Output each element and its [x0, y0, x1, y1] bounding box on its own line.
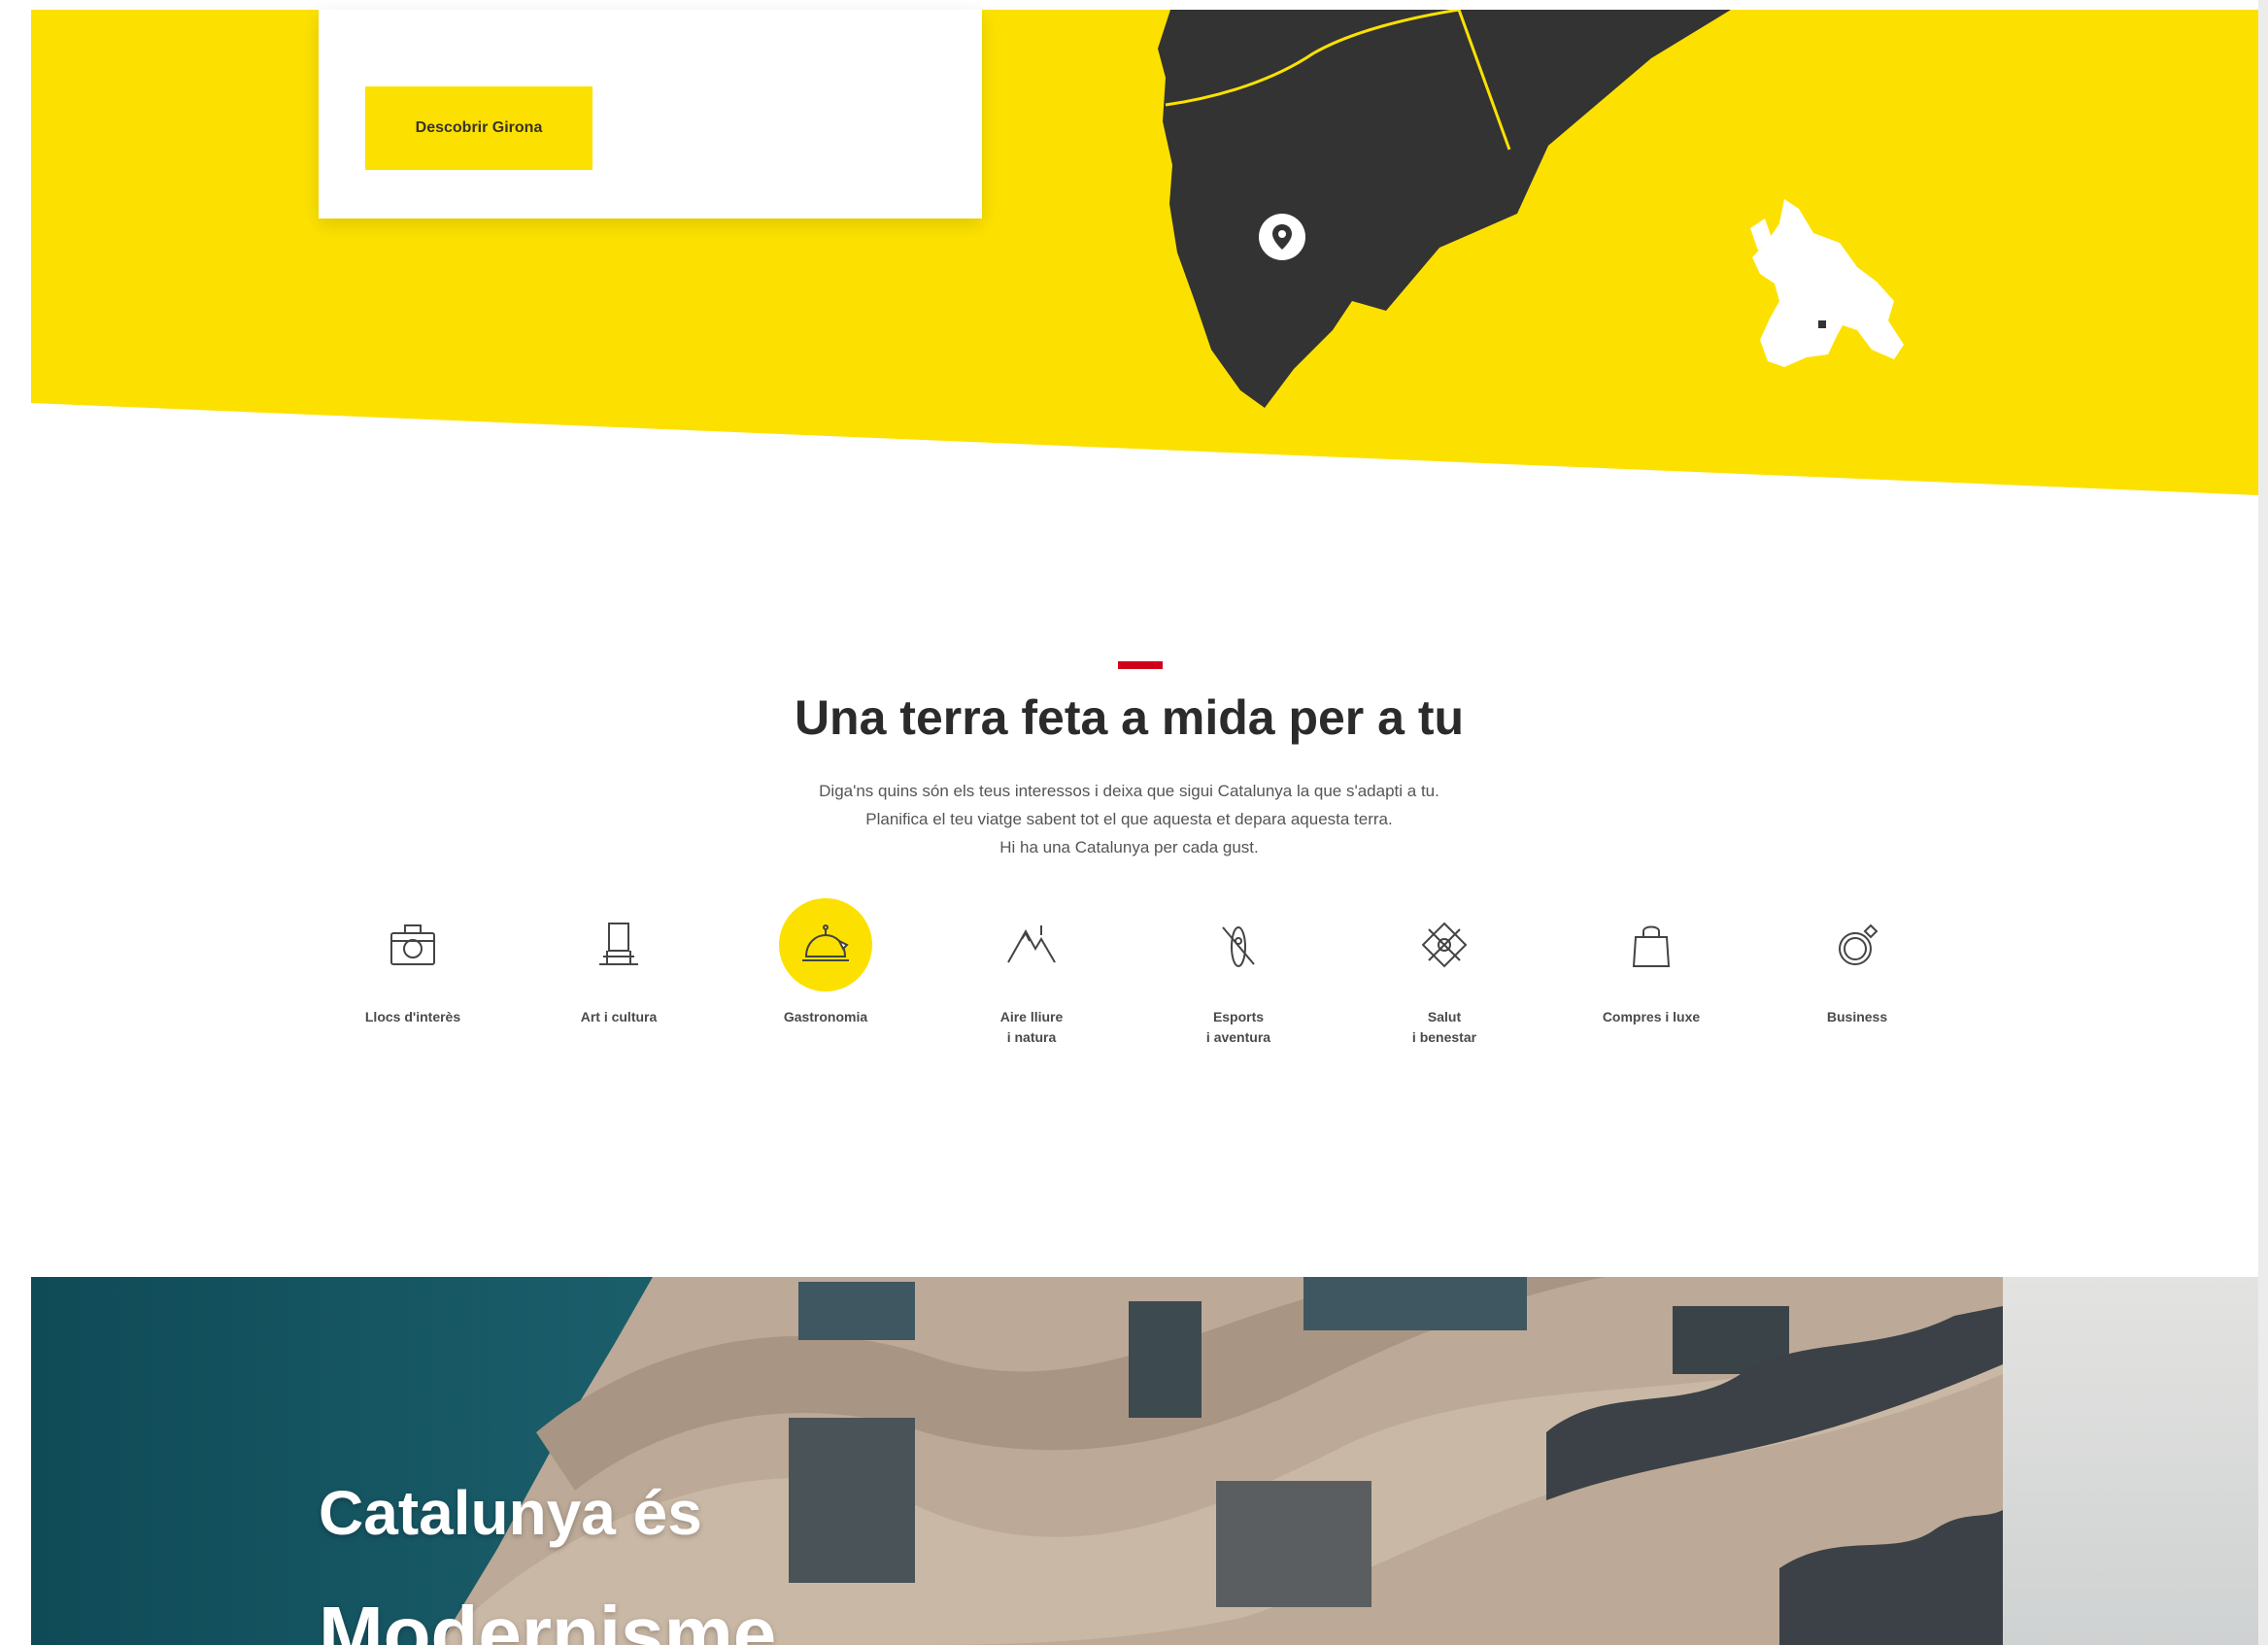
- category-label: Compres i luxe: [1602, 1009, 1701, 1024]
- interests-section: Una terra feta a mida per a tu Diga'ns q…: [0, 631, 2258, 1068]
- section-title: Una terra feta a mida per a tu: [794, 690, 1465, 745]
- discover-girona-button[interactable]: Descobrir Girona: [365, 86, 592, 170]
- description-line: Diga'ns quins són els teus interessos i …: [819, 782, 1439, 800]
- location-pin-icon[interactable]: [1258, 213, 1306, 261]
- category-business[interactable]: Business: [1760, 898, 1954, 1054]
- category-gastronomia[interactable]: Gastronomia: [728, 898, 923, 1054]
- category-label: Aire lliure i natura: [999, 1009, 1064, 1045]
- category-compres-luxe[interactable]: Compres i luxe: [1554, 898, 1748, 1054]
- category-label: Esports i aventura: [1205, 1009, 1271, 1045]
- promo-banner[interactable]: Catalunya és Modernisme: [31, 1277, 2258, 1645]
- category-art-cultura[interactable]: Art i cultura: [522, 898, 716, 1054]
- museum-icon: [572, 898, 665, 991]
- page-scrollbar-track: [2258, 0, 2268, 1645]
- hero-section: Descobrir Girona: [31, 10, 2258, 495]
- mountain-icon: [985, 898, 1078, 991]
- category-label: Business: [1826, 1009, 1888, 1024]
- page-margin-top: [0, 0, 2268, 10]
- category-label: Gastronomia: [783, 1009, 868, 1024]
- wellness-icon: [1398, 898, 1491, 991]
- category-aire-lliure-natura[interactable]: Aire lliure i natura: [934, 898, 1129, 1054]
- shopping-bag-icon: [1605, 898, 1698, 991]
- hero-info-card: Descobrir Girona: [319, 10, 982, 218]
- category-llocs-interes[interactable]: Llocs d'interès: [316, 898, 510, 1054]
- accent-divider: [1118, 661, 1163, 669]
- cloche-icon: [779, 898, 872, 991]
- category-label: Llocs d'interès: [364, 1009, 461, 1024]
- description-line: Planifica el teu viatge sabent tot el qu…: [865, 810, 1393, 828]
- category-esports-aventura[interactable]: Esports i aventura: [1141, 898, 1336, 1054]
- category-salut-benestar[interactable]: Salut i benestar: [1347, 898, 1541, 1054]
- promo-headline: Modernisme: [319, 1591, 777, 1645]
- section-description: Diga'ns quins són els teus interessos i …: [0, 777, 2258, 861]
- promo-headline-prefix: Catalunya és: [319, 1478, 702, 1548]
- kayak-icon: [1192, 898, 1285, 991]
- category-label: Art i cultura: [580, 1009, 658, 1024]
- camera-icon: [366, 898, 459, 991]
- category-list: Llocs d'interès Art i cultura Gastronomi…: [0, 898, 2258, 1054]
- ring-icon: [1811, 898, 1904, 991]
- description-line: Hi ha una Catalunya per cada gust.: [999, 838, 1259, 856]
- category-label: Salut i benestar: [1411, 1009, 1477, 1045]
